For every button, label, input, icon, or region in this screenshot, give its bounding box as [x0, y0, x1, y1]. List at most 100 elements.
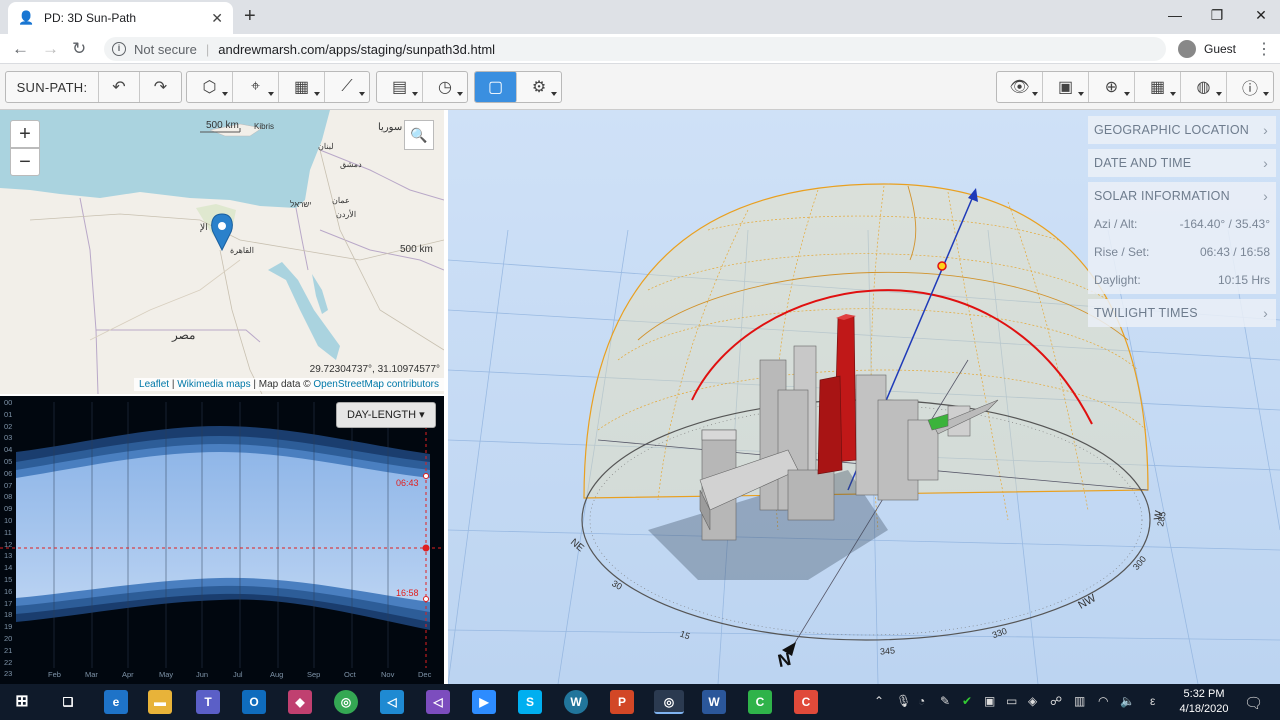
- azi-alt-label: Azi / Alt:: [1094, 217, 1138, 231]
- grid-icon[interactable]: ▦: [279, 72, 325, 102]
- globe-icon[interactable]: ◍: [1181, 72, 1227, 102]
- hour-tick-label: 17: [4, 598, 13, 608]
- edge-icon[interactable]: e: [104, 690, 128, 714]
- location-pin-marker: [211, 213, 233, 252]
- map-search-icon[interactable]: 🔍: [404, 120, 434, 150]
- hour-tick-label: 13: [4, 551, 13, 561]
- tray-mic-icon[interactable]: 🎙: [896, 694, 911, 708]
- tray-pen-icon[interactable]: ✎: [940, 694, 950, 708]
- browser-tab[interactable]: 👤 PD: 3D Sun-Path ✕: [8, 2, 233, 34]
- rise-set-label: Rise / Set:: [1094, 245, 1150, 259]
- geographic-location-header[interactable]: GEOGRAPHIC LOCATION ›: [1088, 116, 1276, 144]
- url-text: andrewmarsh.com/apps/staging/sunpath3d.h…: [218, 41, 496, 57]
- settings-gear-icon[interactable]: ⚙: [517, 72, 561, 102]
- back-icon[interactable]: ←: [12, 38, 29, 60]
- tab-favicon-icon: 👤: [18, 10, 35, 25]
- minimize-icon[interactable]: —: [1152, 4, 1198, 26]
- word-icon[interactable]: W: [702, 690, 726, 714]
- daylight-value: 10:15 Hrs: [1217, 273, 1270, 287]
- camtasia-icon[interactable]: C: [748, 690, 772, 714]
- day-length-dropdown[interactable]: DAY-LENGTH ▾: [336, 402, 436, 428]
- tray-people-icon[interactable]: ☍: [1050, 694, 1062, 708]
- recorder-icon[interactable]: C: [794, 690, 818, 714]
- skype-icon[interactable]: S: [518, 690, 542, 714]
- month-tick-label: Feb: [48, 670, 61, 679]
- display-icon[interactable]: ▣: [1043, 72, 1089, 102]
- teams-icon[interactable]: T: [196, 690, 220, 714]
- eye-icon[interactable]: 👁: [997, 72, 1043, 102]
- url-field[interactable]: i Not secure | andrewmarsh.com/apps/stag…: [104, 37, 1166, 61]
- location-pin-icon[interactable]: ⌖: [233, 72, 279, 102]
- chrome-icon[interactable]: ◎: [334, 690, 358, 714]
- zoom-out-button[interactable]: −: [10, 148, 40, 176]
- chevron-right-icon: ›: [1263, 305, 1268, 321]
- toolbar-group-main: SUN-PATH: ↶ ↷: [5, 71, 182, 103]
- windows-start-icon[interactable]: ⊞: [10, 690, 34, 714]
- forward-icon[interactable]: →: [42, 38, 59, 60]
- menu-icon[interactable]: ⋮: [1256, 39, 1272, 59]
- date-time-header[interactable]: DATE AND TIME ›: [1088, 149, 1276, 177]
- tray-monitor-icon[interactable]: ▭: [1006, 694, 1017, 708]
- zoom-icon[interactable]: ▶: [472, 690, 496, 714]
- frame-view-icon[interactable]: ▢: [475, 72, 517, 102]
- month-tick-label: Oct: [344, 670, 356, 679]
- redo-icon[interactable]: ↷: [140, 72, 181, 102]
- task-view-icon[interactable]: ❑: [56, 690, 80, 714]
- tray-teams-icon[interactable]: ◈: [1028, 694, 1037, 708]
- tray-check-icon[interactable]: ✔: [962, 694, 972, 708]
- tab-close-icon[interactable]: ✕: [211, 10, 223, 27]
- zoom-in-button[interactable]: +: [10, 120, 40, 148]
- twilight-times-header[interactable]: TWILIGHT TIMES ›: [1088, 299, 1276, 327]
- file-explorer-icon[interactable]: ▬: [148, 690, 172, 714]
- app-label[interactable]: SUN-PATH:: [6, 72, 99, 102]
- new-tab-icon[interactable]: +: [244, 5, 256, 28]
- wordpress-icon[interactable]: W: [564, 690, 588, 714]
- reload-icon[interactable]: ↻: [72, 38, 86, 60]
- outlook-icon[interactable]: O: [242, 690, 266, 714]
- twilight-times-label: TWILIGHT TIMES: [1094, 306, 1198, 320]
- info-icon[interactable]: i: [112, 42, 126, 56]
- visual-studio-icon[interactable]: ◁: [426, 690, 450, 714]
- day-length-chart[interactable]: DAY-LENGTH ▾ 06:43 16:58 00 01 02 03 04 05 06 0…: [0, 396, 444, 684]
- tray-shield-icon[interactable]: ▣: [984, 694, 995, 708]
- day-length-canvas: [0, 402, 444, 668]
- model-cube-icon[interactable]: ⬡: [187, 72, 233, 102]
- hour-tick-label: 23: [4, 669, 13, 679]
- tray-app-icon[interactable]: ◔: [918, 694, 925, 708]
- tray-language-label[interactable]: ε: [1150, 694, 1155, 708]
- map-attribution: Leaflet | Wikimedia maps | Map data © Op…: [134, 378, 444, 391]
- sun-chart-icon[interactable]: ⊕: [1089, 72, 1135, 102]
- hour-tick-label: 19: [4, 622, 13, 632]
- calendar-icon[interactable]: ▤: [377, 72, 423, 102]
- tray-wifi-icon[interactable]: ◠: [1098, 694, 1108, 708]
- calendar-clock-icon[interactable]: ▦: [1135, 72, 1181, 102]
- maximize-icon[interactable]: ❐: [1194, 4, 1240, 26]
- close-window-icon[interactable]: ✕: [1238, 4, 1280, 26]
- notification-icon[interactable]: 🗨: [1244, 694, 1263, 712]
- chevron-right-icon: ›: [1263, 155, 1268, 171]
- chrome-active-icon[interactable]: ◎: [654, 690, 684, 714]
- osm-link[interactable]: OpenStreetMap contributors: [313, 379, 439, 390]
- solar-information-header[interactable]: SOLAR INFORMATION ›: [1088, 182, 1276, 210]
- month-tick-label: Apr: [122, 670, 134, 679]
- paint-icon[interactable]: ◆: [288, 690, 312, 714]
- chevron-down-icon: ›: [1263, 188, 1268, 204]
- location-map[interactable]: + − 🔍 500 km Kibris سوريا لبنان دمشق ישר…: [0, 110, 444, 394]
- month-tick-label: Nov: [381, 670, 395, 679]
- leaflet-link[interactable]: Leaflet: [139, 379, 169, 390]
- powerpoint-icon[interactable]: P: [610, 690, 634, 714]
- hour-tick-label: 21: [4, 645, 13, 655]
- taskbar-clock[interactable]: 5:32 PM 4/18/2020: [1172, 687, 1236, 717]
- hour-tick-label: 06: [4, 468, 13, 478]
- clock-icon[interactable]: ◷: [423, 72, 467, 102]
- shading-icon[interactable]: ⟋: [325, 72, 369, 102]
- tray-volume-icon[interactable]: 🔈: [1120, 694, 1135, 708]
- vscode-icon[interactable]: ◁: [380, 690, 404, 714]
- wikimedia-link[interactable]: Wikimedia maps: [177, 379, 250, 390]
- tray-network-icon[interactable]: ▥: [1074, 694, 1085, 708]
- profile-button[interactable]: Guest: [1178, 37, 1236, 61]
- info-circle-icon[interactable]: ⓘ: [1227, 72, 1273, 102]
- hour-tick-label: 11: [4, 527, 12, 537]
- undo-icon[interactable]: ↶: [99, 72, 140, 102]
- tray-chevron-icon[interactable]: ⌃: [874, 694, 884, 708]
